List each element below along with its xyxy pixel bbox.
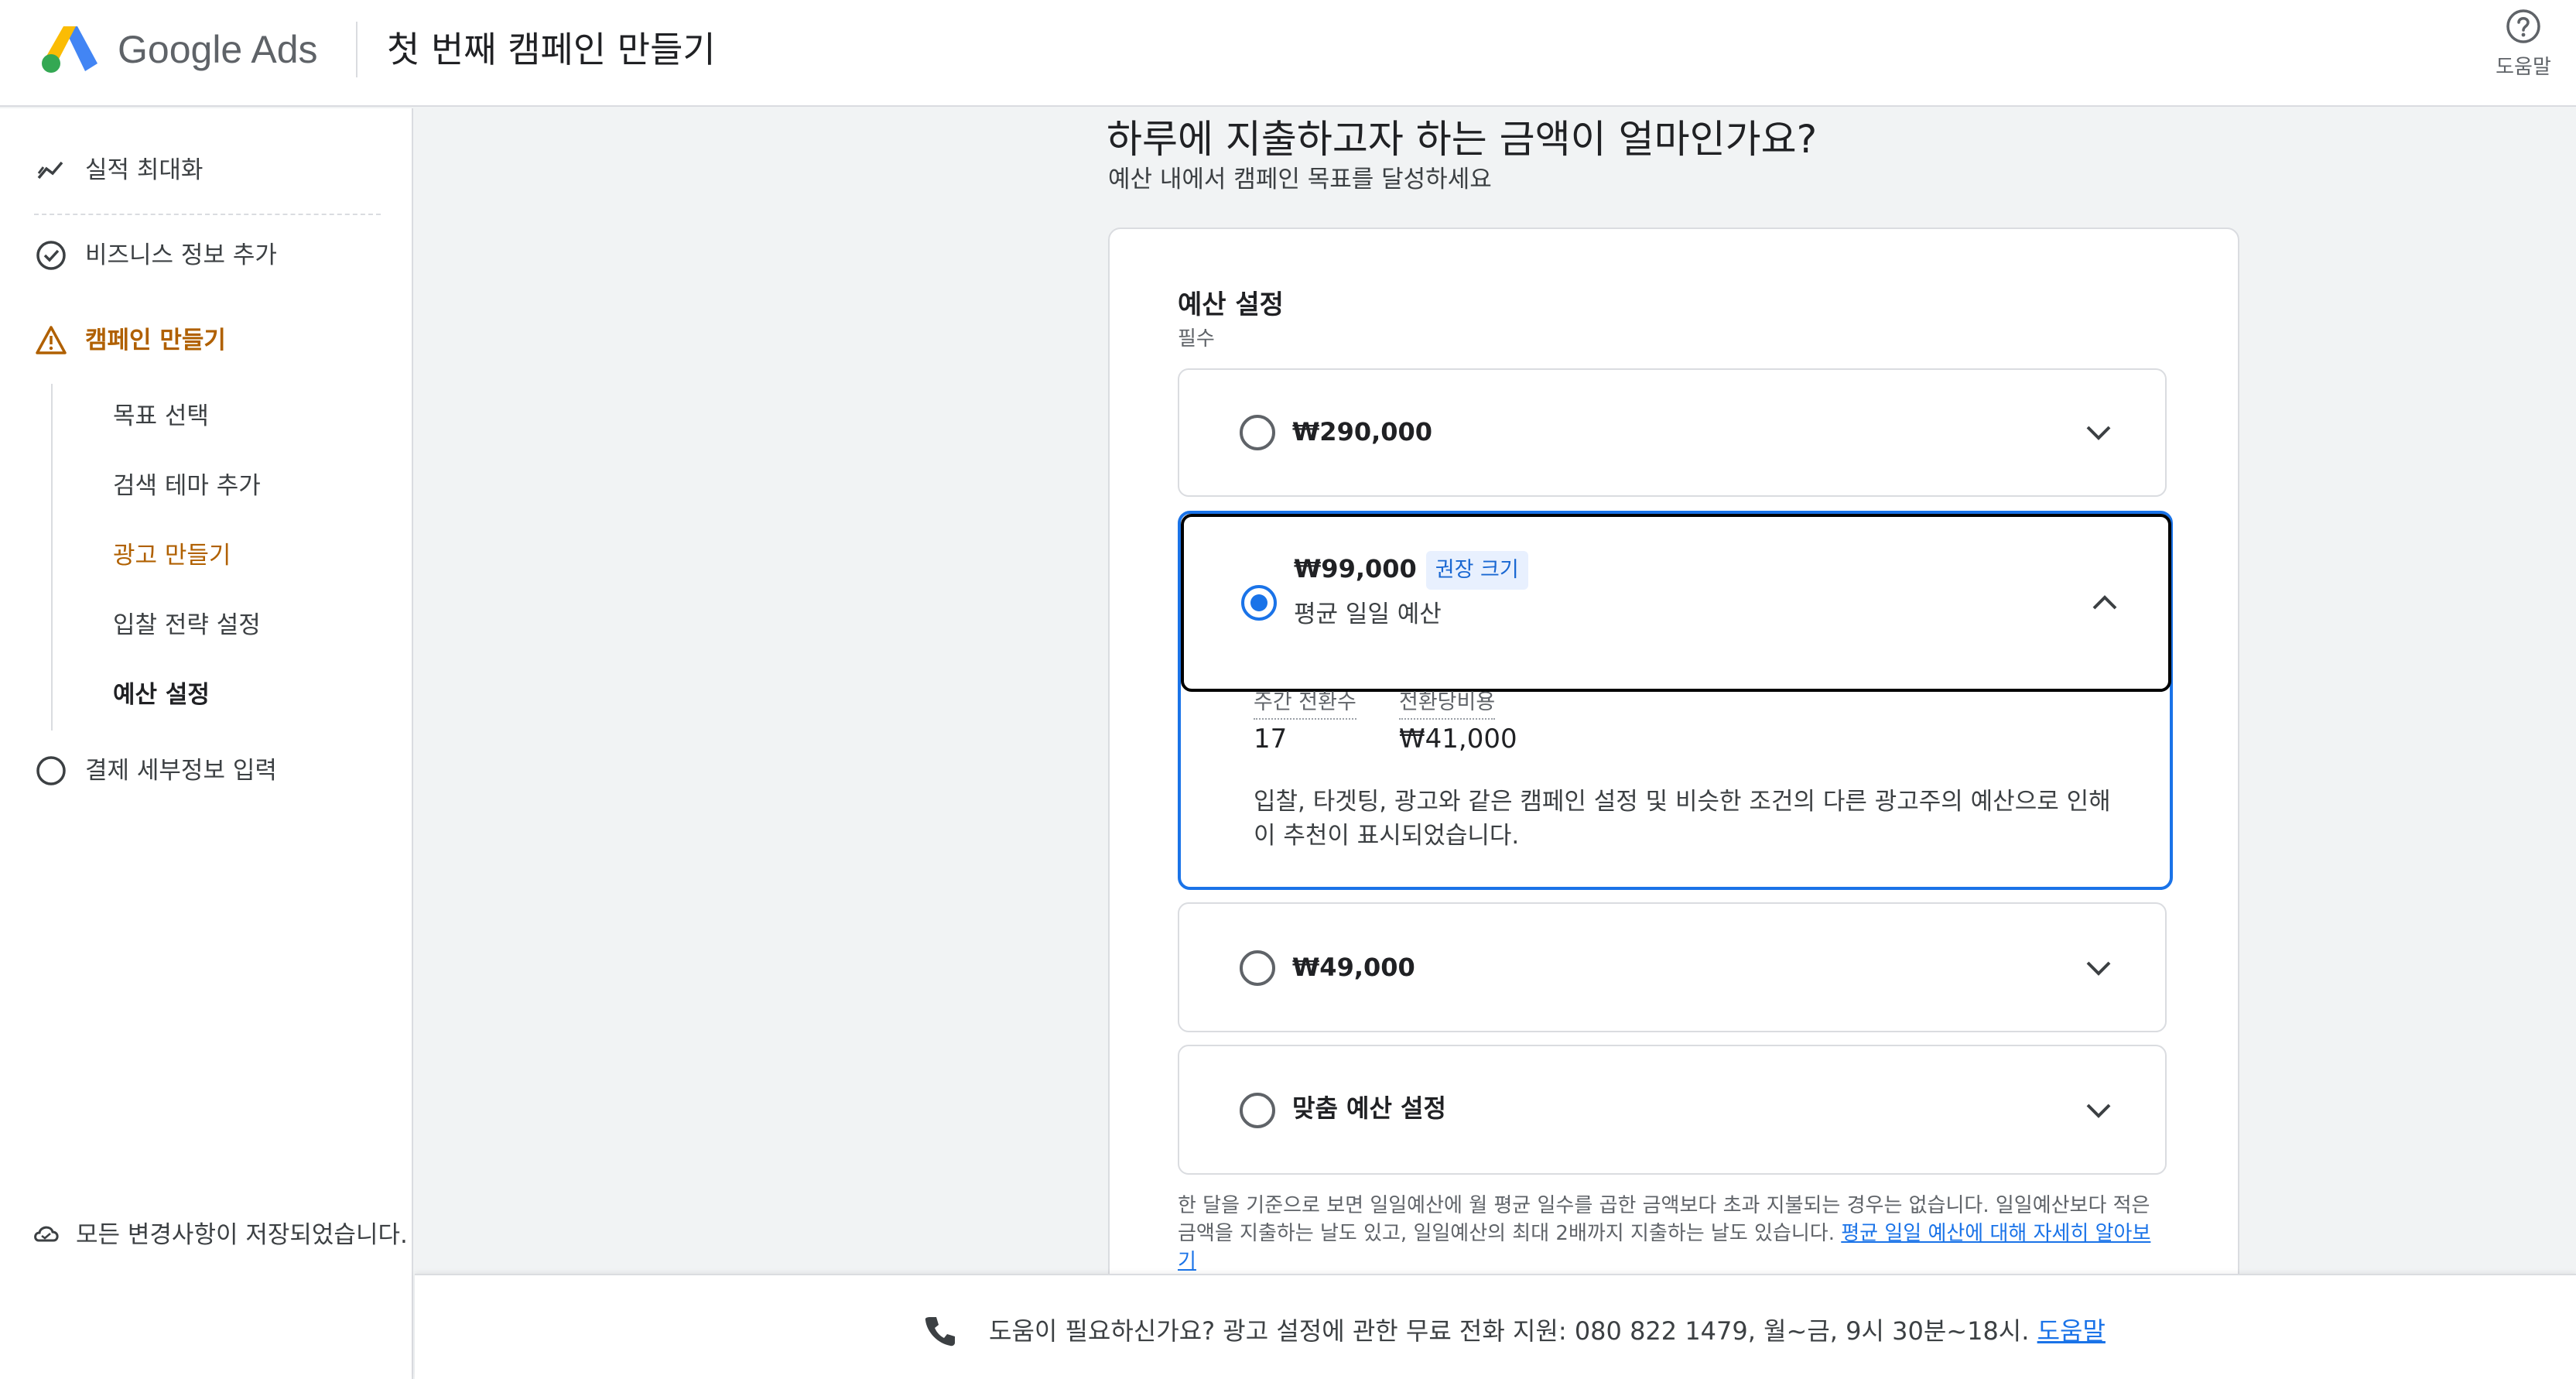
sidebar-item-label: 실적 최대화 [85,156,204,184]
top-header: Google Ads 첫 번째 캠페인 만들기 도움말 [0,0,2576,107]
sub-item-budget[interactable]: 예산 설정 [113,678,210,712]
radio-button[interactable] [1240,950,1275,986]
recommendation-explanation: 입찰, 타겟팅, 광고와 같은 캠페인 설정 및 비슷한 조건의 다른 광고주의… [1254,788,2111,850]
main-heading: 하루에 지출하고자 하는 금액이 얼마인가요? [1107,117,1818,162]
sub-item-bidding[interactable]: 입찰 전략 설정 [113,608,261,642]
cloud-done-icon [34,1226,59,1241]
budget-option-290000[interactable]: ₩290,000 [1178,368,2167,497]
sub-item-create-ad[interactable]: 광고 만들기 [113,539,231,573]
sub-steps-line [51,384,53,731]
help-icon [2506,9,2540,43]
help-link[interactable]: 도움말 [2037,1316,2106,1346]
metric-value-cost-per-conversion: ₩41,000 [1399,724,1517,755]
metric-label-conversions[interactable]: 주간 전환수 [1254,687,1356,720]
budget-option-49000[interactable]: ₩49,000 [1178,902,2167,1032]
sidebar [0,108,413,1379]
sidebar-item-label: 비즈니스 정보 추가 [85,241,277,269]
budget-footnote: 한 달을 기준으로 보면 일일예산에 월 평균 일수를 곱한 금액보다 초과 지… [1178,1192,2165,1275]
chevron-down-icon[interactable] [2082,1093,2116,1127]
required-label: 필수 [1178,327,1215,351]
sidebar-item-label: 캠페인 만들기 [85,327,226,354]
metric-label-cost-per-conversion[interactable]: 전환당비용 [1399,687,1496,720]
sub-item-search-theme[interactable]: 검색 테마 추가 [113,469,261,503]
check-circle-icon [36,241,66,270]
header-divider [356,22,357,77]
brand-name: Google Ads [118,28,318,71]
option-amount-text: ₩99,000 [1294,554,1417,583]
option-amount: ₩290,000 [1292,417,1433,447]
budget-option-custom[interactable]: 맞춤 예산 설정 [1178,1045,2167,1175]
warning-icon [36,326,67,354]
metric-value-conversions: 17 [1254,724,1288,755]
phone-icon [925,1317,955,1346]
circle-icon [36,756,66,785]
chevron-up-icon[interactable] [2088,585,2122,619]
option-subtext: 평균 일일 예산 [1294,601,1442,628]
sidebar-item-payment[interactable]: 결제 세부정보 입력 [34,754,277,788]
option-amount: ₩49,000 [1292,953,1415,982]
help-label: 도움말 [2496,56,2551,79]
help-button[interactable]: 도움말 [2485,8,2562,85]
option-amount: 맞춤 예산 설정 [1292,1093,1446,1123]
sidebar-item-label: 결제 세부정보 입력 [85,757,277,785]
chevron-down-icon[interactable] [2082,950,2116,984]
sidebar-item-business-info[interactable]: 비즈니스 정보 추가 [34,238,277,272]
sidebar-divider [34,214,381,215]
sidebar-item-performance-max[interactable]: 실적 최대화 [34,153,203,187]
trending-icon [37,161,63,180]
radio-button[interactable] [1240,1093,1275,1128]
radio-button-selected[interactable] [1241,585,1277,621]
save-status-text: 모든 변경사항이 저장되었습니다. [76,1221,408,1249]
sidebar-item-create-campaign[interactable]: 캠페인 만들기 [34,323,226,358]
main-subheading: 예산 내에서 캠페인 목표를 달성하세요 [1108,166,1492,193]
radio-button[interactable] [1240,415,1275,450]
support-message: 도움이 필요하신가요? 광고 설정에 관한 무료 전화 지원: 080 822 … [989,1316,2030,1346]
budget-option-99000[interactable]: ₩99,000 권장 크기 평균 일일 예산 [1181,514,2171,692]
section-title: 예산 설정 [1178,289,1284,320]
help-bar-text: 도움이 필요하신가요? 광고 설정에 관한 무료 전화 지원: 080 822 … [989,1312,2106,1350]
save-status: 모든 변경사항이 저장되었습니다. [31,1215,408,1250]
chevron-down-icon[interactable] [2082,415,2116,449]
recommended-badge: 권장 크기 [1425,551,1528,590]
google-ads-logo-icon [42,26,97,73]
page-title: 첫 번째 캠페인 만들기 [387,29,716,70]
sub-item-goal[interactable]: 목표 선택 [113,399,209,433]
option-amount: ₩99,000 권장 크기 [1294,551,1528,590]
